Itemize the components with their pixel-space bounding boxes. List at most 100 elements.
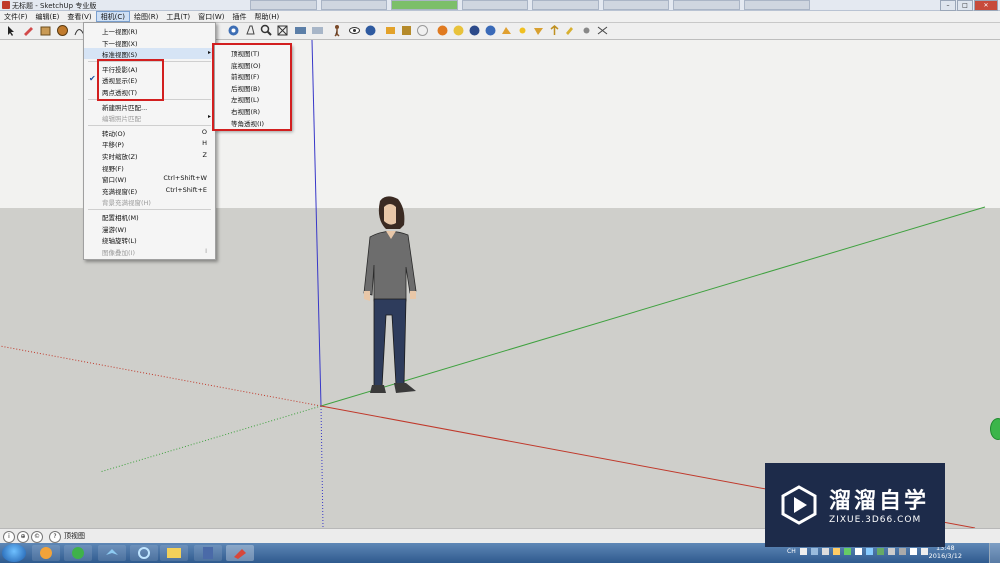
camera-menu-item[interactable]: 转动(O) O — [84, 127, 215, 138]
menu-item-label: 窗口(W) — [102, 176, 127, 185]
camera-menu-item[interactable]: 充满视窗(E) Ctrl+Shift+E — [84, 185, 215, 196]
menu-file[interactable]: 文件(F) — [0, 11, 32, 22]
camera-menu-item[interactable]: 配置相机(M) — [84, 211, 215, 222]
menu-help[interactable]: 帮助(H) — [250, 11, 283, 22]
window-tab[interactable] — [391, 0, 458, 10]
camera-menu-item[interactable]: 平移(P) H — [84, 138, 215, 149]
components-icon[interactable] — [400, 24, 413, 37]
taskbar-app-calculator[interactable] — [194, 545, 222, 561]
zoom-extents-icon[interactable] — [276, 24, 289, 37]
layers-icon[interactable] — [500, 24, 513, 37]
language-indicator[interactable]: CH — [787, 548, 796, 555]
menu-separator — [88, 209, 211, 210]
window-tab[interactable] — [743, 0, 810, 10]
tray-icon[interactable] — [822, 548, 829, 555]
start-button[interactable] — [2, 544, 26, 562]
camera-menu-item[interactable]: 视野(F) — [84, 162, 215, 173]
shadow-icon[interactable] — [436, 24, 449, 37]
extension-icon[interactable] — [563, 24, 576, 37]
volume-icon[interactable] — [921, 548, 928, 555]
position-camera-icon[interactable] — [364, 24, 377, 37]
network-icon[interactable] — [910, 548, 917, 555]
taskbar-app-sketchup[interactable] — [226, 545, 254, 561]
watermark-logo-icon — [781, 485, 817, 525]
menu-item-shortcut: Z — [202, 151, 207, 159]
window-tab[interactable] — [320, 0, 387, 10]
window-tab[interactable] — [532, 0, 599, 10]
fog-icon[interactable] — [452, 24, 465, 37]
eraser-tool-icon[interactable] — [22, 24, 35, 37]
menu-edit[interactable]: 编辑(E) — [32, 11, 64, 22]
red-axis-dotted — [0, 345, 322, 407]
camera-menu-item[interactable]: 标准视图(S) ▸ — [84, 48, 215, 60]
materials-icon[interactable] — [416, 24, 429, 37]
tray-icon[interactable] — [811, 548, 818, 555]
menu-window[interactable]: 窗口(W) — [194, 11, 228, 22]
menu-camera[interactable]: 相机(C) — [95, 11, 131, 22]
tray-icon[interactable] — [855, 548, 862, 555]
camera-menu-item[interactable]: 窗口(W) Ctrl+Shift+W — [84, 173, 215, 184]
camera-menu-item[interactable]: 实时缩放(Z) Z — [84, 150, 215, 161]
tray-icon[interactable] — [877, 548, 884, 555]
circle-tool-icon[interactable] — [56, 24, 69, 37]
camera-menu-item[interactable]: 下一视图(X) — [84, 37, 215, 48]
tray-icon[interactable] — [866, 548, 873, 555]
maximize-button[interactable]: □ — [957, 0, 973, 11]
sun-icon[interactable] — [516, 24, 529, 37]
window-tab[interactable] — [250, 0, 317, 10]
xray-icon[interactable] — [468, 24, 481, 37]
rectangle-tool-icon[interactable] — [39, 24, 52, 37]
taskbar-app-folder[interactable] — [160, 545, 188, 561]
window-tab[interactable] — [602, 0, 669, 10]
menu-item-label: 图像叠加(I) — [102, 248, 135, 257]
taskbar-app-cloud[interactable] — [130, 545, 158, 561]
menu-item-shortcut: I — [205, 246, 207, 255]
menu-item-label: 充满视窗(E) — [102, 187, 138, 196]
camera-menu-item[interactable]: 上一视图(R) — [84, 25, 215, 36]
select-tool-icon[interactable] — [4, 24, 17, 37]
credit-icon[interactable]: © — [31, 531, 43, 543]
tray-icon[interactable] — [833, 548, 840, 555]
menu-item-shortcut: H — [202, 139, 207, 148]
floating-share-button[interactable] — [990, 418, 1000, 440]
pan-tool-icon[interactable] — [244, 24, 257, 37]
next-view-icon[interactable] — [311, 24, 324, 37]
orbit-tool-icon[interactable] — [227, 24, 240, 37]
camera-menu-item[interactable]: 漫游(W) — [84, 223, 215, 234]
tray-icon[interactable] — [844, 548, 851, 555]
taskbar-app-browser[interactable] — [64, 545, 92, 561]
tray-icon[interactable] — [800, 548, 807, 555]
menu-tools[interactable]: 工具(T) — [162, 11, 194, 22]
styles-icon[interactable] — [484, 24, 497, 37]
info-icon[interactable]: i — [3, 531, 15, 543]
taskbar-app-bird[interactable] — [98, 545, 126, 561]
taskbar-app-explorer[interactable] — [32, 545, 60, 561]
look-around-icon[interactable] — [348, 24, 361, 37]
upload-icon[interactable] — [548, 24, 561, 37]
window-tab[interactable] — [673, 0, 740, 10]
close-button[interactable]: ✕ — [974, 0, 998, 11]
menu-item-label: 新建照片匹配... — [102, 103, 148, 112]
window-tab[interactable] — [461, 0, 528, 10]
walk-tool-icon[interactable] — [331, 24, 344, 37]
warehouse-icon[interactable] — [532, 24, 545, 37]
minimize-button[interactable]: – — [940, 0, 956, 11]
previous-view-icon[interactable] — [294, 24, 307, 37]
section-plane-icon[interactable] — [384, 24, 397, 37]
dot-icon[interactable] — [580, 24, 593, 37]
show-desktop-button[interactable] — [989, 543, 1000, 563]
help-icon[interactable]: ? — [49, 531, 61, 543]
menu-view[interactable]: 查看(V) — [63, 11, 95, 22]
tray-icon[interactable] — [888, 548, 895, 555]
geo-icon[interactable]: ⊕ — [17, 531, 29, 543]
menu-plugins[interactable]: 插件 — [228, 11, 250, 22]
menu-item-label: 上一视图(R) — [102, 28, 138, 36]
menu-item-shortcut: O — [201, 127, 207, 136]
scissors-icon[interactable] — [596, 24, 609, 37]
tray-icon[interactable] — [899, 548, 906, 555]
camera-menu-item[interactable]: 绕轴旋转(L) — [84, 234, 215, 245]
camera-menu-item[interactable]: 新建照片匹配... — [84, 101, 215, 112]
menu-separator — [88, 124, 211, 126]
menu-draw[interactable]: 绘图(R) — [130, 11, 162, 22]
zoom-tool-icon[interactable] — [260, 24, 273, 37]
